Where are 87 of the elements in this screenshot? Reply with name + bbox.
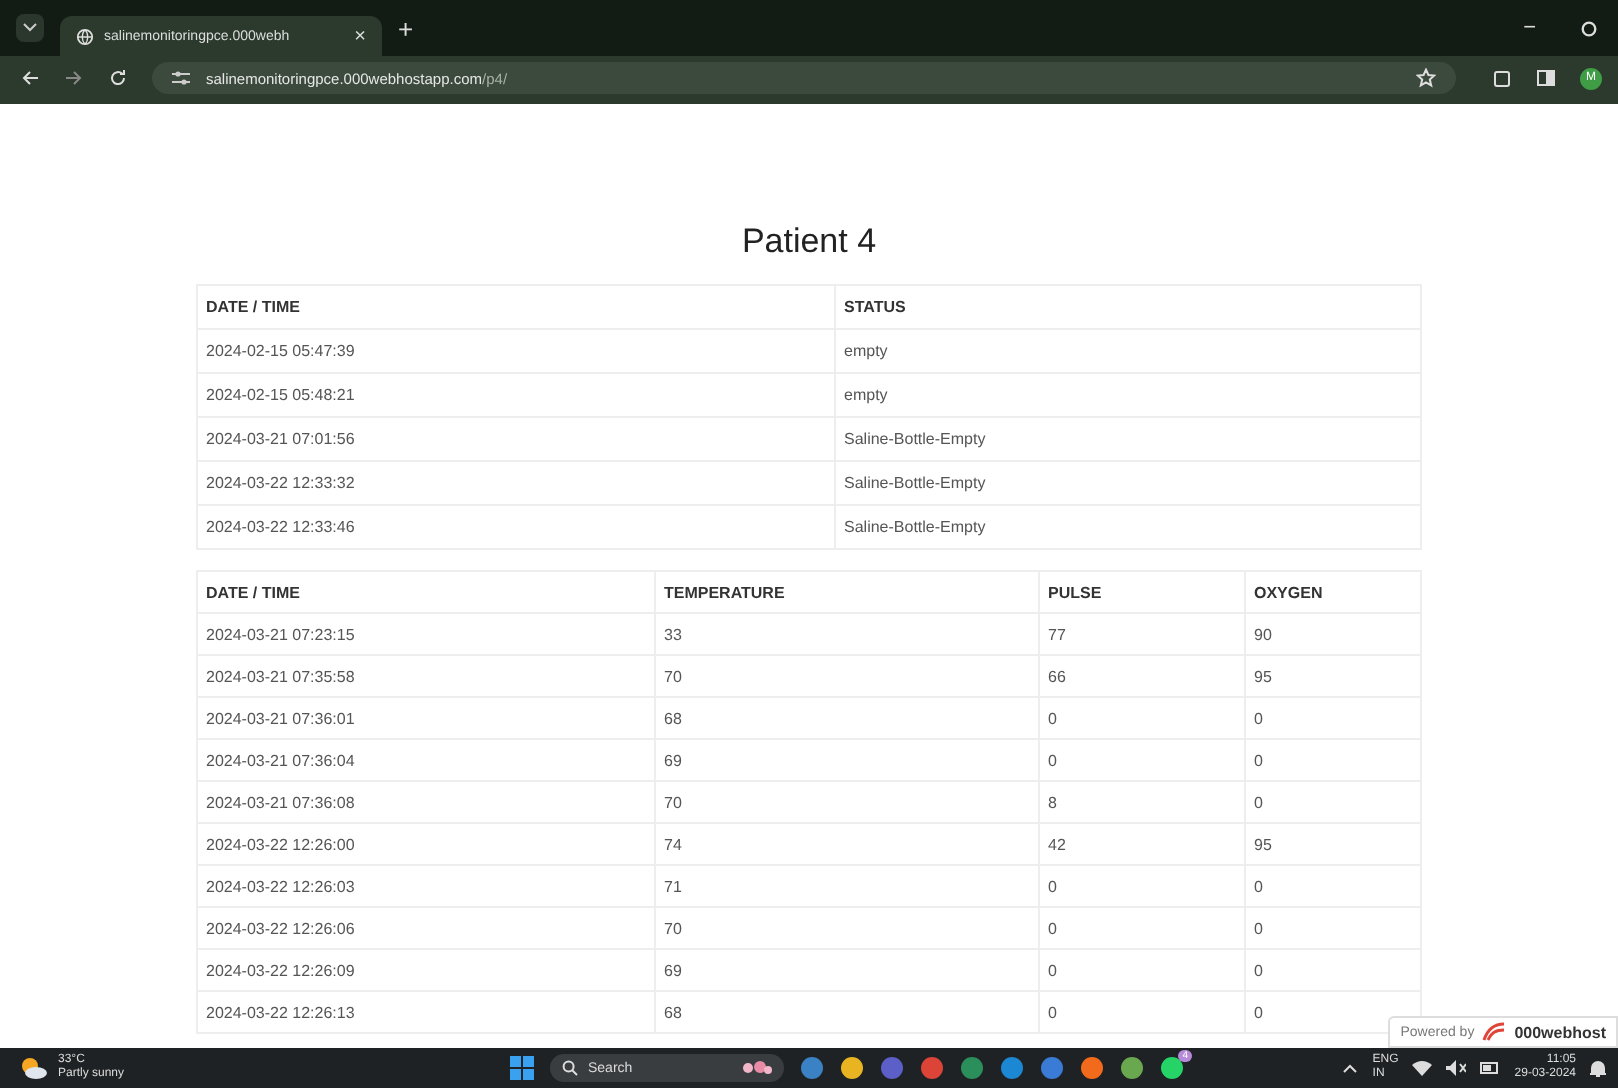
app-icon[interactable] [1040, 1056, 1064, 1080]
column-header: DATE / TIME [197, 571, 655, 613]
table-cell: 2024-03-21 07:36:08 [197, 781, 655, 823]
table-cell: Saline-Bottle-Empty [835, 505, 1421, 549]
table-cell: 68 [655, 697, 1039, 739]
forward-icon[interactable] [64, 68, 84, 88]
table-cell: 2024-03-22 12:26:00 [197, 823, 655, 865]
table-cell: 0 [1245, 907, 1421, 949]
app-icon[interactable] [1000, 1056, 1024, 1080]
table-cell: 33 [655, 613, 1039, 655]
table-cell: 2024-03-22 12:26:13 [197, 991, 655, 1033]
table-cell: 0 [1039, 949, 1245, 991]
table-cell: 8 [1039, 781, 1245, 823]
table-cell: Saline-Bottle-Empty [835, 461, 1421, 505]
table-cell: 0 [1039, 991, 1245, 1033]
table-cell: 2024-03-22 12:33:46 [197, 505, 835, 549]
table-cell: 0 [1245, 949, 1421, 991]
flower-icon [740, 1060, 772, 1076]
table-cell: 0 [1039, 697, 1245, 739]
table-cell: 0 [1245, 697, 1421, 739]
table-cell: 42 [1039, 823, 1245, 865]
table-cell: 74 [655, 823, 1039, 865]
app-icon[interactable] [960, 1056, 984, 1080]
table-cell: 90 [1245, 613, 1421, 655]
column-header: OXYGEN [1245, 571, 1421, 613]
table-cell: 66 [1039, 655, 1245, 697]
table-cell: Saline-Bottle-Empty [835, 417, 1421, 461]
search-icon [562, 1060, 578, 1076]
table-cell: 70 [655, 781, 1039, 823]
column-header: DATE / TIME [197, 285, 835, 329]
start-icon[interactable] [510, 1056, 534, 1080]
battery-icon[interactable] [1480, 1062, 1501, 1074]
table-cell: 2024-03-22 12:26:03 [197, 865, 655, 907]
table-cell: 2024-03-22 12:33:32 [197, 461, 835, 505]
globe-icon [76, 27, 94, 45]
app-icon[interactable] [840, 1056, 864, 1080]
table-cell: 0 [1245, 865, 1421, 907]
star-icon[interactable] [1416, 68, 1436, 88]
table-cell: 69 [655, 949, 1039, 991]
table-cell: 2024-03-21 07:36:01 [197, 697, 655, 739]
table-cell: 69 [655, 739, 1039, 781]
tab-list-button[interactable] [16, 14, 44, 42]
table-cell: 95 [1245, 655, 1421, 697]
wifi-icon[interactable] [1412, 1060, 1433, 1076]
badge-brand: 000webhost [1514, 1023, 1606, 1041]
table-cell: 2024-03-21 07:36:04 [197, 739, 655, 781]
site-settings-icon [172, 70, 190, 86]
table-cell: 2024-03-21 07:35:58 [197, 655, 655, 697]
app-icon[interactable] [1080, 1056, 1104, 1080]
table-cell: 70 [655, 907, 1039, 949]
page-title: Patient 4 [741, 220, 877, 264]
column-header: STATUS [835, 285, 1421, 329]
table-cell: empty [835, 329, 1421, 373]
back-icon[interactable] [20, 68, 40, 88]
table-cell: 2024-03-22 12:26:06 [197, 907, 655, 949]
table-cell: 2024-02-15 05:48:21 [197, 373, 835, 417]
table-cell: 0 [1039, 865, 1245, 907]
table-cell: 77 [1039, 613, 1245, 655]
app-icon[interactable] [920, 1056, 944, 1080]
minimize-button[interactable]: − [1523, 16, 1536, 40]
table-cell: 0 [1039, 739, 1245, 781]
chevron-up-icon[interactable] [1342, 1062, 1359, 1074]
table-cell: 0 [1245, 781, 1421, 823]
table-cell: 2024-02-15 05:47:39 [197, 329, 835, 373]
table-cell: 0 [1039, 907, 1245, 949]
table-cell: 0 [1245, 739, 1421, 781]
table-cell: 2024-03-21 07:01:56 [197, 417, 835, 461]
table-cell: 95 [1245, 823, 1421, 865]
table-cell: 68 [655, 991, 1039, 1033]
app-icon[interactable] [800, 1056, 824, 1080]
bell-icon[interactable] [1590, 1059, 1606, 1077]
table-cell: empty [835, 373, 1421, 417]
app-icon[interactable] [1120, 1056, 1144, 1080]
reload-icon[interactable] [108, 68, 128, 88]
new-tab-button[interactable]: + [398, 13, 414, 43]
table-cell: 71 [655, 865, 1039, 907]
table-cell: 2024-03-22 12:26:09 [197, 949, 655, 991]
column-header: PULSE [1039, 571, 1245, 613]
caret-icon [22, 22, 38, 34]
speaker-icon[interactable] [1446, 1060, 1467, 1076]
table-cell: 2024-03-21 07:23:15 [197, 613, 655, 655]
close-tab-button[interactable]: × [354, 25, 366, 47]
table-cell: 70 [655, 655, 1039, 697]
weather-icon[interactable] [20, 1056, 48, 1080]
logo-icon [1482, 1022, 1507, 1042]
column-header: TEMPERATURE [655, 571, 1039, 613]
sidebar-icon[interactable] [1536, 68, 1556, 88]
